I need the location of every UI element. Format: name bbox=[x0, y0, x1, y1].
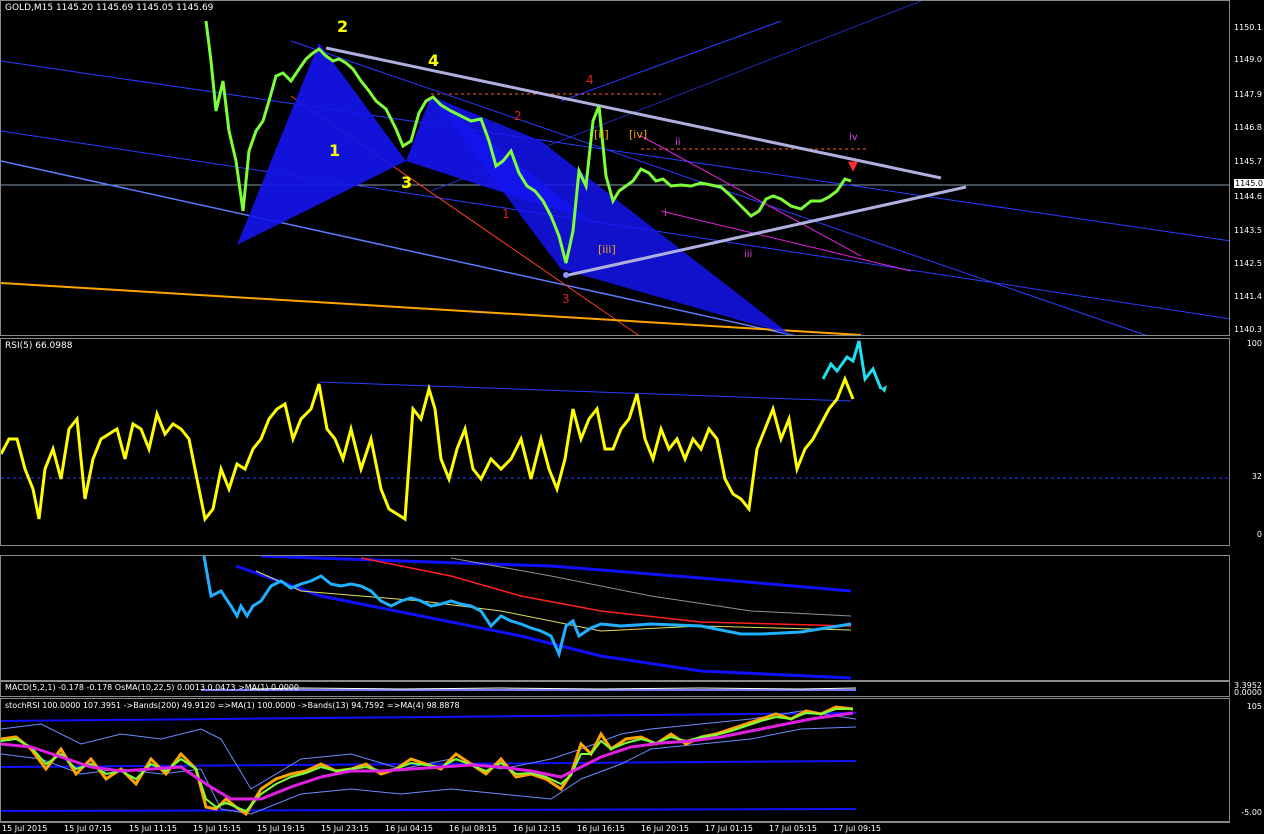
bands-indicator-pane[interactable] bbox=[0, 555, 1230, 681]
price-label: 1140.3 bbox=[1234, 325, 1262, 334]
price-label: 1150.1 bbox=[1234, 23, 1262, 32]
price-label: 1149.0 bbox=[1234, 55, 1262, 64]
minor-wave-label-iv: iv bbox=[849, 132, 858, 143]
macd-title: MACD(5,2,1) -0.178 -0.178 OsMA(10,22,5) … bbox=[5, 683, 299, 692]
red-wave-label-4: 4 bbox=[586, 73, 594, 87]
rsi-svg bbox=[1, 340, 1229, 523]
wave-label-3: 3 bbox=[401, 173, 413, 192]
stochrsi-svg bbox=[1, 705, 857, 817]
time-axis[interactable]: 15 Jul 2015 15 Jul 07:15 15 Jul 11:15 15… bbox=[0, 822, 1230, 834]
red-wave-label-1: 1 bbox=[502, 207, 510, 221]
wave-label-iv: [iv] bbox=[629, 128, 648, 141]
main-chart-svg bbox=[1, 1, 1229, 335]
time-label: 16 Jul 12:15 bbox=[513, 824, 561, 833]
price-label: 1142.5 bbox=[1234, 259, 1262, 268]
time-label: 16 Jul 20:15 bbox=[641, 824, 689, 833]
price-label: 1147.9 bbox=[1234, 90, 1262, 99]
stoch-scale-low: -5.00 bbox=[1241, 808, 1262, 817]
stochrsi-title: stochRSI 100.0000 107.3951 ->Bands(200) … bbox=[5, 701, 460, 710]
time-label: 16 Jul 04:15 bbox=[385, 824, 433, 833]
bands-svg bbox=[202, 556, 852, 680]
rsi-title: RSI(5) 66.0988 bbox=[5, 341, 73, 351]
wave-label-iii: [iii] bbox=[598, 243, 616, 256]
wave-label-2: 2 bbox=[337, 17, 349, 36]
stochrsi-scale[interactable]: 105 -5.00 bbox=[1230, 698, 1264, 822]
main-price-chart[interactable]: GOLD,M15 1145.20 1145.69 1145.05 1145.69… bbox=[0, 0, 1230, 336]
rsi-scale-high: 100 bbox=[1246, 339, 1262, 348]
time-label: 15 Jul 19:15 bbox=[257, 824, 305, 833]
red-wave-label-2: 2 bbox=[514, 109, 522, 123]
minor-wave-label-iii: iii bbox=[744, 249, 753, 260]
time-label: 16 Jul 16:15 bbox=[577, 824, 625, 833]
rsi-indicator-pane[interactable]: RSI(5) 66.0988 bbox=[0, 338, 1230, 546]
main-price-scale[interactable]: 1150.1 1149.0 1147.9 1146.8 1145.7 1145.… bbox=[1230, 0, 1264, 336]
price-label: 1145.7 bbox=[1234, 157, 1262, 166]
time-label: 15 Jul 2015 bbox=[2, 824, 48, 833]
time-label: 17 Jul 05:15 bbox=[769, 824, 817, 833]
sell-arrow-icon: ▼ bbox=[848, 159, 858, 174]
red-wave-label-3: 3 bbox=[562, 292, 570, 306]
time-label: 15 Jul 23:15 bbox=[321, 824, 369, 833]
macd-scale[interactable]: 3.3952 0.0000 bbox=[1230, 681, 1264, 697]
price-label: 1144.6 bbox=[1234, 192, 1262, 201]
price-label: 1143.5 bbox=[1234, 226, 1262, 235]
time-label: 15 Jul 15:15 bbox=[193, 824, 241, 833]
time-label: 16 Jul 08:15 bbox=[449, 824, 497, 833]
price-label: 1146.8 bbox=[1234, 123, 1262, 132]
rsi-scale-low: 0 bbox=[1256, 530, 1262, 539]
price-label: 1141.4 bbox=[1234, 292, 1262, 301]
stochrsi-indicator-pane[interactable]: stochRSI 100.0000 107.3951 ->Bands(200) … bbox=[0, 698, 1230, 822]
wave-label-1: 1 bbox=[329, 141, 341, 160]
current-price-label: 1145.0 bbox=[1234, 179, 1264, 188]
time-label: 15 Jul 07:15 bbox=[64, 824, 112, 833]
rsi-scale[interactable]: 100 32 0 bbox=[1230, 338, 1264, 546]
rsi-scale-mid: 32 bbox=[1251, 472, 1262, 481]
minor-wave-label-ii: ii bbox=[675, 137, 681, 148]
main-chart-title: GOLD,M15 1145.20 1145.69 1145.05 1145.69 bbox=[5, 3, 214, 13]
time-label: 17 Jul 09:15 bbox=[833, 824, 881, 833]
wave-label-ii: [ii] bbox=[594, 128, 609, 141]
macd-indicator-pane[interactable]: MACD(5,2,1) -0.178 -0.178 OsMA(10,22,5) … bbox=[0, 681, 1230, 697]
time-label: 17 Jul 01:15 bbox=[705, 824, 753, 833]
macd-scale-low: 0.0000 bbox=[1234, 688, 1262, 697]
wave-label-4: 4 bbox=[428, 51, 440, 70]
minor-wave-label-i: i bbox=[664, 208, 667, 219]
stoch-scale-high: 105 bbox=[1246, 702, 1262, 711]
time-label: 15 Jul 11:15 bbox=[129, 824, 177, 833]
